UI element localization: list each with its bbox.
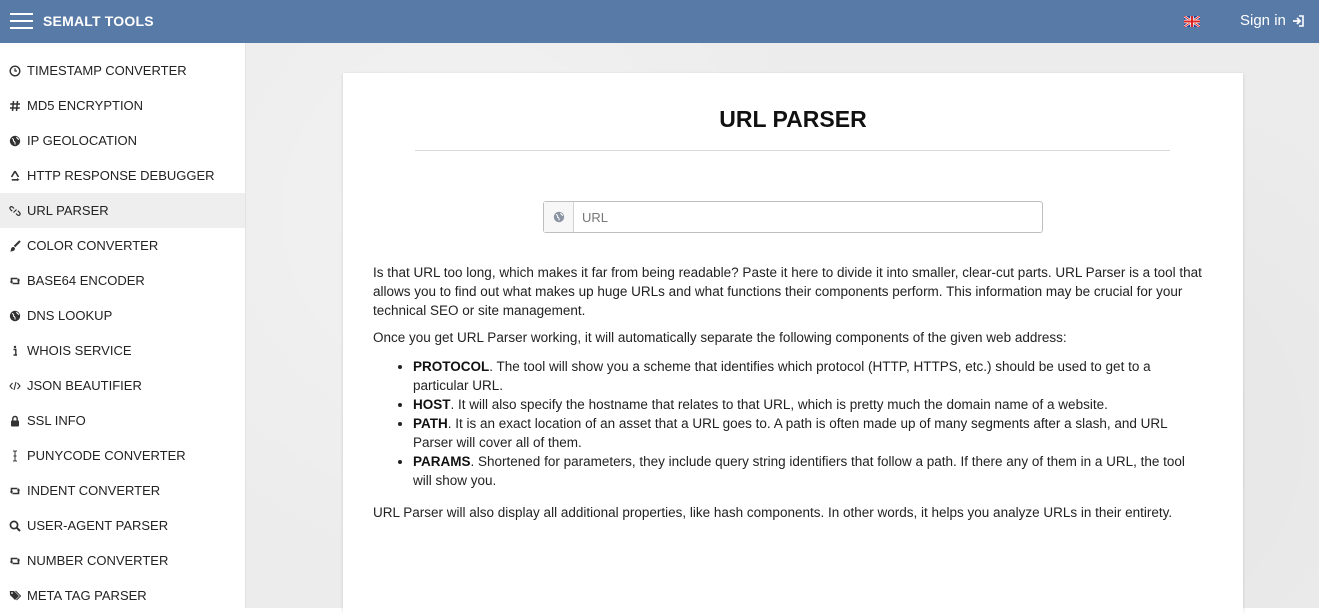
- url-input[interactable]: [574, 202, 1042, 232]
- unlink-icon: [8, 204, 22, 218]
- list-item-term: HOST: [413, 397, 451, 412]
- list-item-term: PARAMS: [413, 454, 471, 469]
- sidebar-item-label: DNS LOOKUP: [27, 308, 113, 323]
- list-item-text: . Shortened for parameters, they include…: [413, 454, 1185, 488]
- sidebar-item-label: IP GEOLOCATION: [27, 133, 138, 148]
- globe-icon: [8, 309, 22, 323]
- sidebar-item-label: BASE64 ENCODER: [27, 273, 145, 288]
- paintbrush-icon: [8, 239, 22, 253]
- sidebar-item-punycode-converter[interactable]: PUNYCODE CONVERTER: [0, 438, 245, 473]
- clock-icon: [8, 64, 22, 78]
- list-item: PATH. It is an exact location of an asse…: [413, 414, 1223, 452]
- text-cursor-icon: [8, 449, 22, 463]
- sidebar-item-label: USER-AGENT PARSER: [27, 518, 169, 533]
- globe-icon: [544, 202, 574, 232]
- recycle-icon: [8, 169, 22, 183]
- sidebar-item-label: COLOR CONVERTER: [27, 238, 159, 253]
- retweet-icon: [8, 554, 22, 568]
- sidebar-item-label: JSON BEAUTIFIER: [27, 378, 142, 393]
- sidebar-item-url-parser[interactable]: URL PARSER: [0, 193, 245, 228]
- brand-title[interactable]: SEMALT TOOLS: [43, 13, 154, 29]
- retweet-icon: [8, 274, 22, 288]
- lock-icon: [8, 414, 22, 428]
- sidebar-item-md5-encryption[interactable]: MD5 ENCRYPTION: [0, 88, 245, 123]
- sign-in-button[interactable]: Sign in: [1240, 12, 1304, 29]
- sidebar-item-indent-converter[interactable]: INDENT CONVERTER: [0, 473, 245, 508]
- tags-icon: [8, 589, 22, 603]
- sign-in-label: Sign in: [1240, 12, 1286, 29]
- list-item-term: PATH: [413, 416, 448, 431]
- list-item-text: . It is an exact location of an asset th…: [413, 416, 1168, 450]
- sidebar-item-http-response-debugger[interactable]: HTTP RESPONSE DEBUGGER: [0, 158, 245, 193]
- outro-paragraph: URL Parser will also display all additio…: [373, 505, 1173, 520]
- list-item: PARAMS. Shortened for parameters, they i…: [413, 452, 1223, 490]
- sidebar-item-json-beautifier[interactable]: JSON BEAUTIFIER: [0, 368, 245, 403]
- sign-in-icon: [1292, 14, 1304, 27]
- top-bar: SEMALT TOOLS Sign in: [0, 0, 1319, 43]
- list-item-term: PROTOCOL: [413, 359, 490, 374]
- retweet-icon: [8, 484, 22, 498]
- sidebar-item-label: WHOIS SERVICE: [27, 343, 132, 358]
- sidebar-item-label: NUMBER CONVERTER: [27, 553, 169, 568]
- components-list: PROTOCOL. The tool will show you a schem…: [373, 357, 1223, 490]
- sidebar-item-label: META TAG PARSER: [27, 588, 147, 603]
- hash-icon: [8, 99, 22, 113]
- list-item-text: . The tool will show you a scheme that i…: [413, 359, 1151, 393]
- sidebar-item-label: TIMESTAMP CONVERTER: [27, 63, 187, 78]
- sidebar-item-label: PUNYCODE CONVERTER: [27, 448, 186, 463]
- sidebar-item-whois-service[interactable]: WHOIS SERVICE: [0, 333, 245, 368]
- sidebar-item-timestamp-converter[interactable]: TIMESTAMP CONVERTER: [0, 53, 245, 88]
- sidebar-item-user-agent-parser[interactable]: USER-AGENT PARSER: [0, 508, 245, 543]
- sidebar-item-ip-geolocation[interactable]: IP GEOLOCATION: [0, 123, 245, 158]
- menu-icon[interactable]: [10, 13, 33, 29]
- sidebar-item-ssl-info[interactable]: SSL INFO: [0, 403, 245, 438]
- intro-paragraph: Is that URL too long, which makes it far…: [373, 265, 1202, 318]
- sidebar-item-label: INDENT CONVERTER: [27, 483, 161, 498]
- search-icon: [8, 519, 22, 533]
- sidebar-nav: TIMESTAMP CONVERTER MD5 ENCRYPTION IP GE…: [0, 43, 246, 608]
- sidebar-item-number-converter[interactable]: NUMBER CONVERTER: [0, 543, 245, 578]
- sidebar-item-label: SSL INFO: [27, 413, 86, 428]
- list-item: HOST. It will also specify the hostname …: [413, 395, 1223, 414]
- code-icon: [8, 379, 22, 393]
- list-item: PROTOCOL. The tool will show you a schem…: [413, 357, 1223, 395]
- sidebar-item-base64-encoder[interactable]: BASE64 ENCODER: [0, 263, 245, 298]
- sidebar-item-label: URL PARSER: [27, 203, 109, 218]
- url-input-group: [543, 201, 1043, 233]
- title-divider: [415, 150, 1170, 151]
- description: Is that URL too long, which makes it far…: [373, 263, 1223, 530]
- sidebar-item-meta-tag-parser[interactable]: META TAG PARSER: [0, 578, 245, 608]
- sidebar-item-color-converter[interactable]: COLOR CONVERTER: [0, 228, 245, 263]
- sidebar-item-label: HTTP RESPONSE DEBUGGER: [27, 168, 215, 183]
- page-title: URL PARSER: [719, 106, 867, 132]
- globe-icon: [8, 134, 22, 148]
- list-item-text: . It will also specify the hostname that…: [450, 397, 1108, 412]
- info-icon: [8, 344, 22, 358]
- sidebar-item-dns-lookup[interactable]: DNS LOOKUP: [0, 298, 245, 333]
- sidebar-item-label: MD5 ENCRYPTION: [27, 98, 144, 113]
- uk-flag-icon[interactable]: [1184, 16, 1200, 27]
- lead-paragraph: Once you get URL Parser working, it will…: [373, 330, 1067, 345]
